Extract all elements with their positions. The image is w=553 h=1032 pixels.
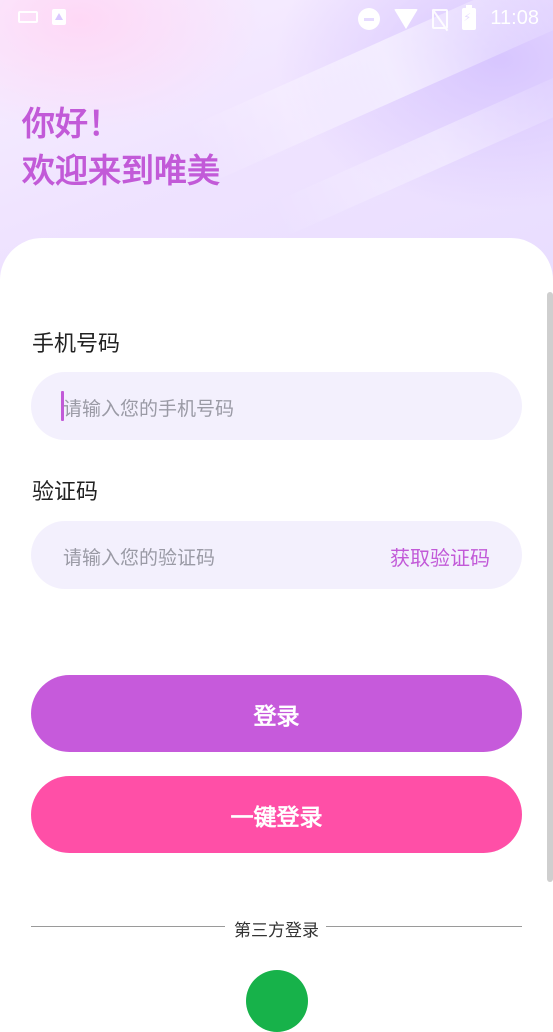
- code-placeholder: 请输入您的验证码: [63, 547, 216, 569]
- wechat-login-icon[interactable]: [246, 970, 308, 1032]
- code-label: 验证码: [32, 480, 99, 505]
- code-input[interactable]: 请输入您的验证码 获取验证码: [31, 521, 522, 589]
- phone-label: 手机号码: [32, 332, 121, 357]
- third-party-divider: 第三方登录: [31, 914, 522, 941]
- third-party-title: 第三方登录: [234, 921, 319, 941]
- phone-placeholder: 请输入您的手机号码: [63, 398, 235, 420]
- one-key-login-button[interactable]: 一键登录: [31, 776, 522, 853]
- battery-charging-icon: [462, 4, 477, 30]
- phone-input[interactable]: 请输入您的手机号码: [31, 372, 522, 440]
- no-sim-icon: [432, 8, 449, 29]
- divider-line-right: [326, 926, 522, 927]
- greeting: 你好！ 欢迎来到唯美: [22, 100, 220, 194]
- scrollbar[interactable]: [547, 292, 553, 882]
- status-bar: 11:08: [0, 0, 553, 40]
- greeting-line-2: 欢迎来到唯美: [22, 151, 220, 190]
- greeting-line-1: 你好！: [22, 104, 121, 143]
- get-code-button[interactable]: 获取验证码: [390, 542, 490, 571]
- status-time: 11:08: [490, 7, 539, 29]
- keyboard-icon: [18, 11, 38, 23]
- login-button[interactable]: 登录: [31, 675, 522, 752]
- wifi-icon: [394, 8, 419, 29]
- app-notification-icon: [52, 9, 66, 25]
- do-not-disturb-icon: [358, 7, 381, 30]
